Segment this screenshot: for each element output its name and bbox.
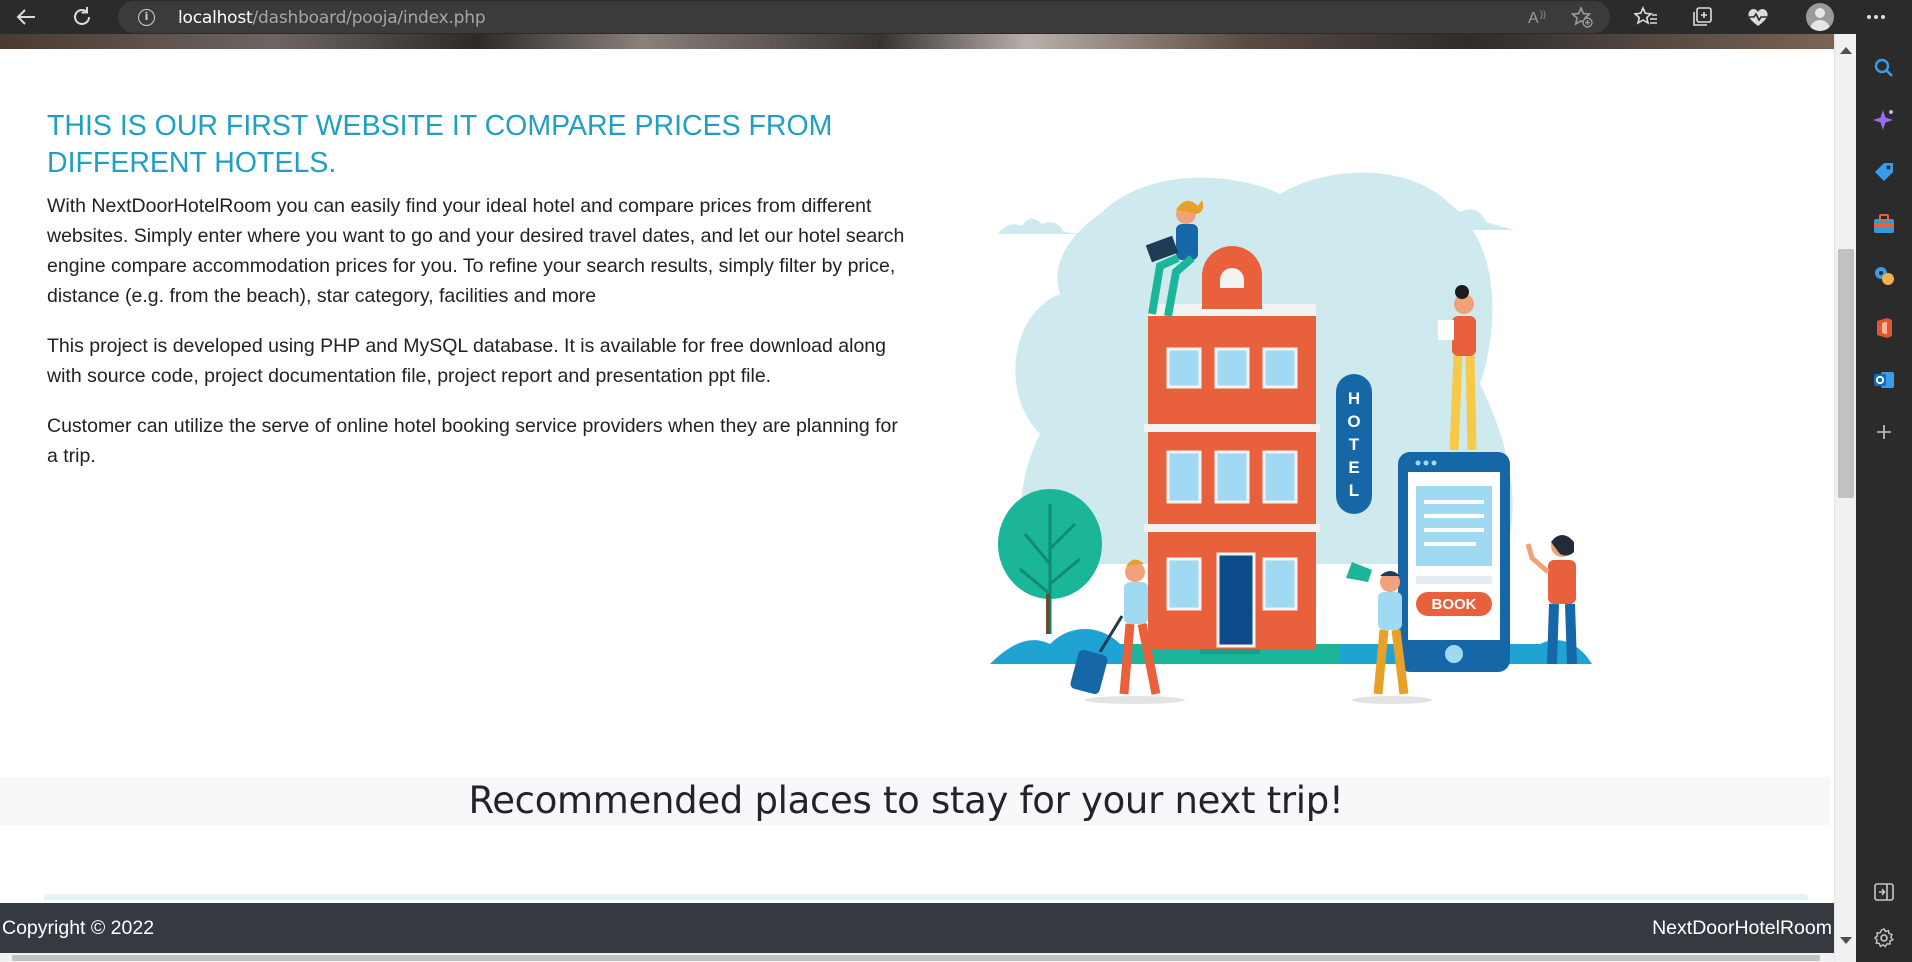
- browser-toolbar: i localhost/dashboard/pooja/index.php A)…: [0, 0, 1912, 34]
- search-icon[interactable]: [1872, 56, 1896, 80]
- scroll-down-arrow[interactable]: [1840, 937, 1852, 944]
- hide-sidebar-icon[interactable]: [1872, 880, 1896, 904]
- scroll-up-arrow[interactable]: [1840, 47, 1852, 54]
- outlook-icon[interactable]: [1872, 368, 1896, 392]
- intro-paragraph: With NextDoorHotelRoom you can easily fi…: [47, 195, 905, 307]
- tools-briefcase-icon[interactable]: [1872, 212, 1896, 236]
- vertical-scrollbar[interactable]: [1834, 34, 1856, 962]
- footer-copyright: Copyright © 2022: [2, 917, 155, 939]
- svg-text:)): )): [1540, 9, 1546, 19]
- settings-gear-icon[interactable]: [1872, 926, 1896, 950]
- footer-brand[interactable]: NextDoorHotelRoom: [1652, 917, 1832, 940]
- games-icon[interactable]: [1872, 264, 1896, 288]
- page-heading: THIS IS OUR FIRST WEBSITE IT COMPARE PRI…: [47, 110, 833, 179]
- page-viewport: THIS IS OUR FIRST WEBSITE IT COMPARE PRI…: [0, 34, 1834, 962]
- favorites-icon[interactable]: [1633, 5, 1659, 29]
- copilot-icon[interactable]: [1872, 108, 1896, 132]
- svg-text:HOTEL: HOTEL: [1347, 389, 1360, 500]
- back-button[interactable]: [12, 5, 40, 29]
- project-paragraph: This project is developed using PHP and …: [47, 335, 886, 387]
- horizontal-scrollbar[interactable]: [0, 953, 1834, 962]
- url-text[interactable]: localhost/dashboard/pooja/index.php: [178, 8, 486, 28]
- refresh-icon: [74, 7, 90, 25]
- profile-avatar[interactable]: [1806, 3, 1834, 31]
- scrollbar-thumb[interactable]: [1838, 249, 1854, 498]
- more-menu-icon[interactable]: [1863, 5, 1889, 29]
- recommend-section-header: Recommended places to stay for your next…: [0, 777, 1830, 825]
- office-icon[interactable]: [1872, 316, 1896, 340]
- back-arrow-icon: [16, 9, 35, 25]
- hero-image-bottom-edge: [0, 34, 1834, 49]
- add-sidebar-app-icon[interactable]: [1872, 420, 1896, 444]
- address-bar[interactable]: i localhost/dashboard/pooja/index.php A)…: [118, 1, 1610, 33]
- svg-text:BOOK: BOOK: [1432, 596, 1477, 613]
- hotel-booking-illustration: HOTEL BOOK: [990, 172, 1592, 704]
- collections-icon[interactable]: [1689, 5, 1715, 29]
- read-aloud-icon[interactable]: A)): [1526, 6, 1550, 28]
- recommend-title: Recommended places to stay for your next…: [468, 779, 1344, 822]
- browser-essentials-icon[interactable]: [1745, 5, 1771, 29]
- refresh-button[interactable]: [68, 5, 96, 29]
- footer: Copyright © 2022 NextDoorHotelRoom: [0, 903, 1834, 953]
- site-info-icon[interactable]: i: [138, 9, 155, 26]
- add-favorite-icon[interactable]: [1570, 6, 1594, 28]
- recommended-card-top-edge: [44, 894, 1808, 900]
- browser-sidebar: [1856, 34, 1912, 962]
- customer-paragraph: Customer can utilize the serve of online…: [47, 415, 898, 467]
- svg-text:A: A: [1528, 10, 1539, 26]
- shopping-tag-icon[interactable]: [1872, 160, 1896, 184]
